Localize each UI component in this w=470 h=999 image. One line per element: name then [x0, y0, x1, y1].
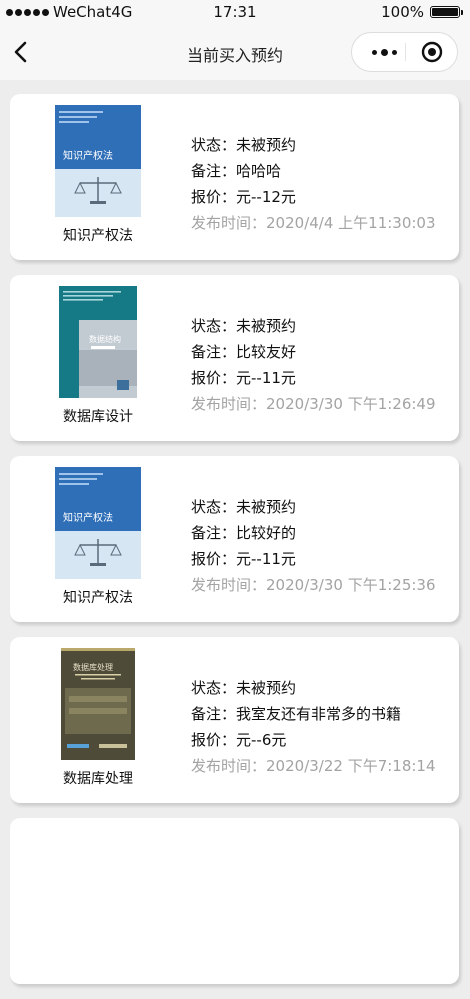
note-value: 哈哈哈 — [236, 162, 282, 180]
publish-time-row: 发布时间：2020/4/4 上午11:30:03 — [191, 214, 436, 232]
more-dots-icon — [371, 49, 377, 55]
book-cover-image: 数据库处理 — [55, 648, 141, 760]
target-circle-icon — [421, 41, 443, 63]
note-value: 我室友还有非常多的书籍 — [236, 705, 402, 723]
battery-percent: 100% — [381, 3, 424, 21]
publish-time-row: 发布时间：2020/3/30 下午1:26:49 — [191, 395, 436, 413]
reservation-card-partial[interactable] — [10, 818, 459, 984]
reservation-card[interactable]: 数据库处理 数据库处理 状态：未被预约 备注：我室友还有非常多的书籍 报价：元-… — [10, 637, 459, 803]
status-row: 状态：未被预约 — [191, 317, 297, 335]
book-name: 知识产权法 — [63, 590, 133, 606]
reservation-info: 状态：未被预约 备注：我室友还有非常多的书籍 报价：元--6元 发布时间：202… — [191, 675, 436, 779]
capsule-divider — [405, 43, 406, 61]
more-button[interactable] — [364, 33, 404, 71]
nav-bar: 当前买入预约 — [0, 24, 470, 80]
publish-time-value: 2020/3/22 下午7:18:14 — [266, 757, 436, 775]
status-value: 未被预约 — [236, 136, 297, 154]
reservation-card[interactable]: 数据结构 数据库设计 状态：未被预约 备注：比较友好 报价：元--11元 发布时… — [10, 275, 459, 441]
price-value: 元--12元 — [236, 188, 296, 206]
reservation-info: 状态：未被预约 备注：哈哈哈 报价：元--12元 发布时间：2020/4/4 上… — [191, 132, 436, 236]
book-cover-image: 数据结构 — [55, 286, 141, 398]
price-row: 报价：元--11元 — [191, 550, 296, 568]
cover-title: 知识产权法 — [63, 149, 113, 162]
status-value: 未被预约 — [236, 498, 297, 516]
price-value: 元--11元 — [236, 550, 296, 568]
publish-time-row: 发布时间：2020/3/30 下午1:25:36 — [191, 576, 436, 594]
publish-time-value: 2020/3/30 下午1:25:36 — [266, 576, 436, 594]
note-row: 备注：哈哈哈 — [191, 162, 282, 180]
battery-icon — [430, 6, 463, 18]
note-value: 比较友好 — [236, 343, 297, 361]
book-name: 数据库设计 — [63, 409, 133, 425]
cover-title: 知识产权法 — [63, 511, 113, 524]
note-row: 备注：比较好的 — [191, 524, 297, 542]
status-row: 状态：未被预约 — [191, 679, 297, 697]
price-value: 元--6元 — [236, 731, 287, 749]
cover-title: 数据库处理 — [73, 662, 113, 672]
publish-time-row: 发布时间：2020/3/22 下午7:18:14 — [191, 757, 436, 775]
mini-program-capsule — [351, 32, 458, 72]
reservation-card[interactable]: 知识产权法 知识产权法 状态：未被预约 备注：哈哈哈 报价：元--12元 发布时… — [10, 94, 459, 260]
book-cover-ip-law-icon: 知识产权法 — [55, 467, 141, 579]
book-cover-image: 知识产权法 — [55, 467, 141, 579]
reservation-info: 状态：未被预约 备注：比较友好 报价：元--11元 发布时间：2020/3/30… — [191, 313, 436, 417]
note-row: 备注：我室友还有非常多的书籍 — [191, 705, 402, 723]
book-name: 知识产权法 — [63, 228, 133, 244]
battery-group: 100% — [381, 3, 463, 21]
reservation-info: 状态：未被预约 备注：比较好的 报价：元--11元 发布时间：2020/3/30… — [191, 494, 436, 598]
book-name: 数据库处理 — [63, 771, 133, 787]
status-row: 状态：未被预约 — [191, 136, 297, 154]
book-cover-ip-law-icon: 知识产权法 — [55, 105, 141, 217]
reservation-card[interactable]: 知识产权法 知识产权法 状态：未被预约 备注：比较好的 报价：元--11元 发布… — [10, 456, 459, 622]
status-row: 状态：未被预约 — [191, 498, 297, 516]
price-row: 报价：元--11元 — [191, 369, 296, 387]
book-cover-database-processing-icon: 数据库处理 — [61, 648, 135, 760]
reservation-list: 知识产权法 知识产权法 状态：未被预约 备注：哈哈哈 报价：元--12元 发布时… — [10, 94, 459, 999]
status-value: 未被预约 — [236, 679, 297, 697]
note-value: 比较好的 — [236, 524, 297, 542]
publish-time-value: 2020/4/4 上午11:30:03 — [266, 214, 436, 232]
book-cover-image: 知识产权法 — [55, 105, 141, 217]
close-button[interactable] — [421, 41, 443, 63]
note-row: 备注：比较友好 — [191, 343, 297, 361]
cover-title: 数据结构 — [89, 334, 121, 344]
publish-time-value: 2020/3/30 下午1:26:49 — [266, 395, 436, 413]
price-row: 报价：元--12元 — [191, 188, 296, 206]
status-value: 未被预约 — [236, 317, 297, 335]
status-bar: WeChat4G 17:31 100% — [0, 0, 470, 24]
price-value: 元--11元 — [236, 369, 296, 387]
book-cover-data-structures-icon: 数据结构 — [59, 286, 137, 398]
price-row: 报价：元--6元 — [191, 731, 287, 749]
